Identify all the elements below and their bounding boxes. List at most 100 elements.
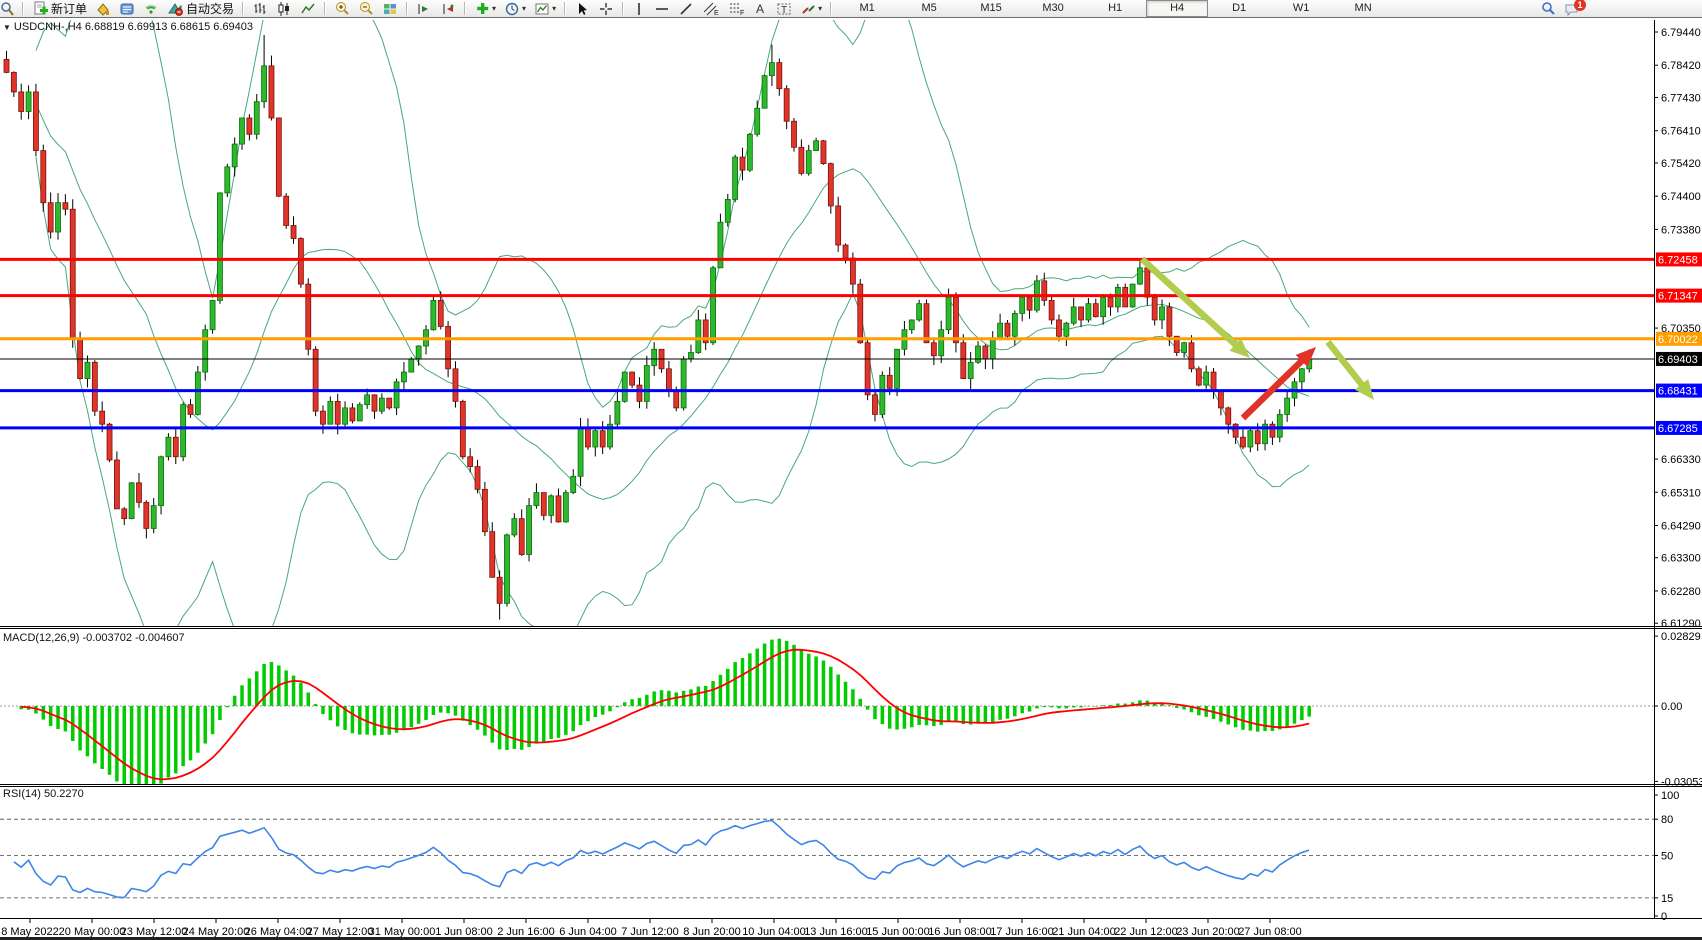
svg-text:2 Jun 16:00: 2 Jun 16:00 <box>497 926 555 938</box>
signals-button[interactable] <box>140 0 162 18</box>
timeframe-m30-button[interactable]: M30 <box>1022 0 1084 17</box>
mt4-window: 新订单 自动交易 <box>0 0 1702 940</box>
equidistant-channel-icon: E <box>702 1 720 17</box>
candlestick-chart-icon <box>276 1 292 17</box>
svg-text:8 May 2022: 8 May 2022 <box>1 926 58 938</box>
toolbar-separator <box>324 2 326 15</box>
periods-button[interactable]: ▾ <box>501 0 529 18</box>
search-button[interactable] <box>1537 0 1559 18</box>
tile-windows-button[interactable] <box>379 0 401 18</box>
chart-title: ▼USDCNH-,H4 6.68819 6.69913 6.68615 6.69… <box>3 21 253 33</box>
svg-text:6.73380: 6.73380 <box>1661 224 1701 236</box>
fibonacci-button[interactable]: F <box>725 0 749 18</box>
new-order-button[interactable]: 新订单 <box>29 0 90 18</box>
toolbar: 新订单 自动交易 <box>0 0 1702 18</box>
chart-shift-button[interactable] <box>437 0 459 18</box>
svg-text:0: 0 <box>1661 911 1667 923</box>
chart-canvas[interactable]: 6.724586.713476.700226.694036.684316.672… <box>0 19 1702 940</box>
zoom-out-icon <box>358 1 374 17</box>
macd-indicator-label: MACD(12,26,9) -0.003702 -0.004607 <box>3 632 185 644</box>
svg-text:16 Jun 08:00: 16 Jun 08:00 <box>928 926 992 938</box>
toolbar-separator <box>564 2 566 15</box>
svg-text:6.79440: 6.79440 <box>1661 27 1701 39</box>
svg-text:17 Jun 16:00: 17 Jun 16:00 <box>990 926 1054 938</box>
fibonacci-icon: F <box>728 1 746 17</box>
chart-window[interactable]: 6.724586.713476.700226.694036.684316.672… <box>0 19 1702 940</box>
toolbar-separator <box>406 2 408 15</box>
svg-text:6.75420: 6.75420 <box>1661 158 1701 170</box>
timeframe-m5-button[interactable]: M5 <box>898 0 960 17</box>
timeframe-h1-button[interactable]: H1 <box>1084 0 1146 17</box>
svg-text:6.66330: 6.66330 <box>1661 454 1701 466</box>
magnifier-icon <box>0 1 14 17</box>
line-chart-icon <box>300 1 316 17</box>
timeframe-mn-button[interactable]: MN <box>1332 0 1394 17</box>
trendline-icon <box>678 1 694 17</box>
toolbar-separator <box>830 2 832 15</box>
tile-windows-icon <box>382 1 398 17</box>
svg-text:10 Jun 04:00: 10 Jun 04:00 <box>742 926 806 938</box>
symbol-search-button[interactable] <box>0 0 17 18</box>
line-chart-button[interactable] <box>297 0 319 18</box>
timeframe-w1-button[interactable]: W1 <box>1270 0 1332 17</box>
svg-text:6.65310: 6.65310 <box>1661 487 1701 499</box>
text-button[interactable]: A <box>751 0 771 18</box>
text-label-button[interactable]: T <box>773 0 795 18</box>
indicators-button[interactable]: ▾ <box>471 0 499 18</box>
svg-text:0.02829: 0.02829 <box>1661 631 1701 643</box>
svg-text:A: A <box>756 2 764 16</box>
toolbar-separator <box>242 2 244 15</box>
auto-scroll-button[interactable] <box>413 0 435 18</box>
svg-text:27 Jun 08:00: 27 Jun 08:00 <box>1238 926 1302 938</box>
svg-text:6 Jun 04:00: 6 Jun 04:00 <box>559 926 617 938</box>
chart-shift-icon <box>440 1 456 17</box>
candlestick-chart-button[interactable] <box>273 0 295 18</box>
timeframe-m15-button[interactable]: M15 <box>960 0 1022 17</box>
metaeditor-button[interactable] <box>116 0 138 18</box>
new-order-label: 新订单 <box>51 0 87 17</box>
timeframe-d1-button[interactable]: D1 <box>1208 0 1270 17</box>
zoom-out-button[interactable] <box>355 0 377 18</box>
notification-badge: 1 <box>1574 0 1586 11</box>
trendline-button[interactable] <box>675 0 697 18</box>
vertical-line-button[interactable] <box>629 0 649 18</box>
crosshair-button[interactable] <box>595 0 617 18</box>
new-order-icon <box>32 1 48 17</box>
svg-text:6.77430: 6.77430 <box>1661 92 1701 104</box>
equidistant-channel-button[interactable]: E <box>699 0 723 18</box>
svg-text:6.70350: 6.70350 <box>1661 323 1701 335</box>
cursor-button[interactable] <box>571 0 593 18</box>
toolbar-separator <box>622 2 624 15</box>
horizontal-line-button[interactable] <box>651 0 673 18</box>
svg-text:1 Jun 08:00: 1 Jun 08:00 <box>435 926 493 938</box>
rsi-indicator-label: RSI(14) 50.2270 <box>3 788 84 800</box>
svg-text:80: 80 <box>1661 814 1673 826</box>
zoom-in-button[interactable] <box>331 0 353 18</box>
paint-bucket-button[interactable] <box>92 0 114 18</box>
zoom-in-icon <box>334 1 350 17</box>
svg-text:T: T <box>781 5 787 16</box>
text-icon: A <box>754 1 768 17</box>
timeframe-m1-button[interactable]: M1 <box>836 0 898 17</box>
svg-text:31 May 00:00: 31 May 00:00 <box>369 926 436 938</box>
templates-button[interactable]: ▾ <box>531 0 559 18</box>
arrows-button[interactable]: ▾ <box>797 0 825 18</box>
arrows-tool-icon <box>800 1 816 17</box>
bar-chart-icon <box>252 1 268 17</box>
svg-text:6.69403: 6.69403 <box>1658 354 1698 366</box>
svg-text:6.62280: 6.62280 <box>1661 586 1701 598</box>
bar-chart-button[interactable] <box>249 0 271 18</box>
svg-text:50: 50 <box>1661 851 1673 863</box>
horizontal-line-icon <box>654 1 670 17</box>
auto-trading-button[interactable]: 自动交易 <box>164 0 237 18</box>
crosshair-icon <box>598 1 614 17</box>
svg-text:E: E <box>714 10 719 17</box>
metaeditor-icon <box>119 1 135 17</box>
svg-text:0.00: 0.00 <box>1661 701 1682 713</box>
template-icon <box>534 1 550 17</box>
notifications-button[interactable]: 1 <box>1561 0 1595 18</box>
svg-text:26 May 04:00: 26 May 04:00 <box>245 926 312 938</box>
svg-text:21 Jun 04:00: 21 Jun 04:00 <box>1052 926 1116 938</box>
timeframe-h4-button[interactable]: H4 <box>1146 0 1208 17</box>
svg-text:27 May 12:00: 27 May 12:00 <box>307 926 374 938</box>
